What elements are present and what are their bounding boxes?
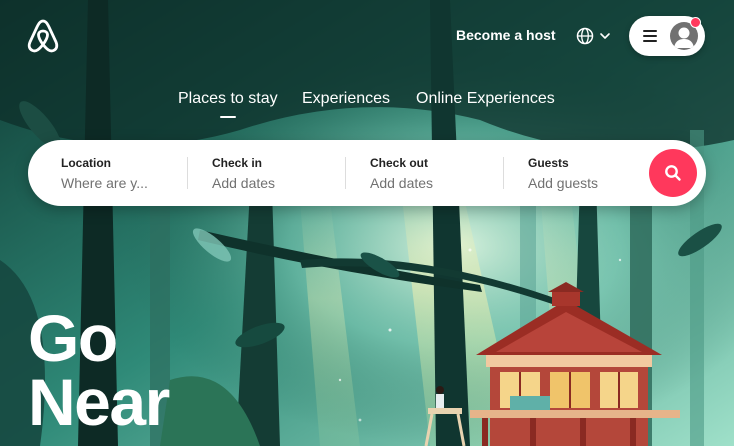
location-label: Location	[61, 156, 111, 170]
hero-headline-line-1: Go	[28, 301, 118, 375]
location-field[interactable]: Location Where are y...	[28, 140, 186, 206]
search-icon	[665, 165, 681, 181]
globe-icon	[576, 27, 594, 45]
user-menu-button[interactable]	[629, 16, 705, 56]
location-input[interactable]: Where are y...	[61, 175, 148, 191]
guests-input[interactable]: Add guests	[528, 175, 598, 191]
check-in-input[interactable]: Add dates	[212, 175, 275, 191]
check-out-field[interactable]: Check out Add dates	[346, 140, 502, 206]
active-tab-indicator	[220, 116, 236, 118]
airbnb-belo-logo-icon	[27, 19, 59, 53]
check-out-input[interactable]: Add dates	[370, 175, 433, 191]
check-in-label: Check in	[212, 156, 263, 170]
tab-experiences[interactable]: Experiences	[302, 90, 390, 108]
check-out-label: Check out	[370, 156, 429, 170]
guests-field[interactable]: Guests Add guests	[504, 140, 644, 206]
hamburger-menu-icon	[643, 30, 657, 42]
become-a-host-link[interactable]: Become a host	[456, 27, 556, 43]
search-button[interactable]	[649, 149, 697, 197]
chevron-down-icon	[600, 33, 610, 39]
check-in-field[interactable]: Check in Add dates	[188, 140, 344, 206]
notification-badge	[690, 17, 701, 28]
hero-headline: Go Near	[28, 301, 170, 439]
guests-label: Guests	[528, 156, 569, 170]
tab-places-to-stay[interactable]: Places to stay	[178, 90, 278, 108]
hero-headline-line-2: Near	[28, 365, 170, 439]
hero-section: Become a host Places to stay Experiences…	[0, 0, 734, 446]
airbnb-logo-icon[interactable]	[26, 18, 60, 54]
language-selector-button[interactable]	[576, 25, 612, 47]
search-bar: Location Where are y... Check in Add dat…	[28, 140, 706, 206]
tab-online-experiences[interactable]: Online Experiences	[416, 90, 555, 108]
